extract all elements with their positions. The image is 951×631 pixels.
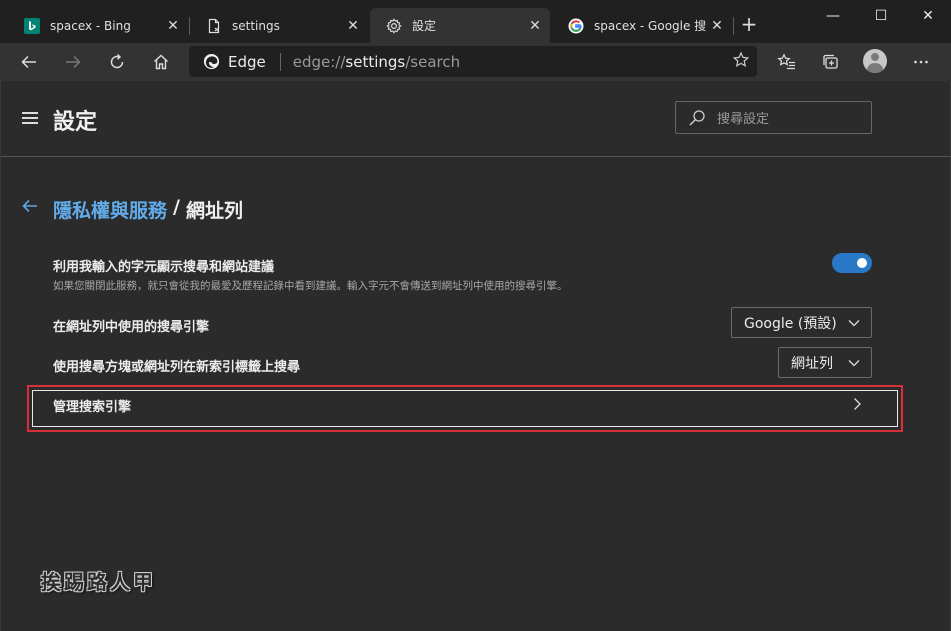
tab-google[interactable]: spacex - Google 搜尋 ✕: [552, 8, 732, 43]
google-icon: [568, 18, 584, 34]
close-tab-icon[interactable]: ✕: [524, 18, 546, 34]
suggestions-label: 利用我輸入的字元顯示搜尋和網站建議: [53, 260, 275, 275]
edge-brand-label: Edge: [228, 52, 266, 71]
maximize-button[interactable]: ☐: [858, 0, 904, 32]
home-icon: [154, 54, 168, 70]
manage-search-engines-row[interactable]: 管理搜索引擎: [27, 385, 903, 432]
chevron-down-icon: [848, 360, 860, 367]
search-engine-select[interactable]: Google (預設): [731, 307, 872, 338]
tab-settings[interactable]: 設定 ✕: [370, 8, 550, 43]
forward-button[interactable]: [57, 47, 89, 77]
search-settings-input[interactable]: 搜尋設定: [675, 101, 872, 134]
refresh-icon: [110, 53, 124, 69]
manage-search-engines-label: 管理搜索引擎: [53, 400, 132, 415]
close-tab-icon[interactable]: ✕: [342, 18, 364, 34]
tab-title: spacex - Google 搜尋: [594, 19, 706, 33]
breadcrumb-parent-link[interactable]: 隱私權與服務: [53, 196, 167, 223]
url-path: /search: [405, 52, 461, 71]
close-tab-icon[interactable]: ✕: [162, 18, 184, 34]
breadcrumb-separator: /: [173, 196, 180, 218]
back-to-privacy-button[interactable]: [21, 198, 39, 219]
back-arrow-icon: [21, 55, 36, 69]
page-title: 設定: [53, 110, 98, 135]
new-tab-search-label: 使用搜尋方塊或網址列在新索引標籤上搜尋: [53, 360, 301, 375]
home-button[interactable]: [145, 47, 177, 77]
search-icon: [689, 109, 705, 126]
settings-page: 設定 搜尋設定 隱私權與服務 / 網址列 利用我輸入的字元顯示搜尋和網站建議 如…: [0, 81, 951, 631]
breadcrumb-current: 網址列: [185, 200, 243, 222]
header-divider: [1, 156, 951, 157]
back-button[interactable]: [13, 47, 45, 77]
edge-logo-icon: [203, 53, 220, 70]
gear-icon: [386, 17, 402, 34]
favorites-list-icon: [777, 53, 795, 70]
tab-bing[interactable]: spacex - Bing ✕: [8, 8, 188, 43]
search-engine-label: 在網址列中使用的搜尋引擎: [53, 320, 210, 335]
collections-icon: [823, 54, 838, 69]
tab-settings-file[interactable]: settings ✕: [190, 8, 368, 43]
tab-title: spacex - Bing: [50, 18, 131, 33]
collections-button[interactable]: [815, 47, 847, 77]
chevron-right-icon: [854, 398, 861, 410]
more-icon: [914, 60, 928, 64]
close-window-button[interactable]: ✕: [905, 0, 951, 32]
manage-row-inner: [32, 390, 898, 427]
file-icon: [206, 18, 222, 34]
forward-arrow-icon: [66, 55, 81, 69]
new-tab-search-select[interactable]: 網址列: [778, 347, 872, 378]
toggle-knob: [857, 258, 867, 268]
suggestions-toggle[interactable]: [832, 253, 872, 273]
minimize-button[interactable]: —: [810, 0, 856, 32]
back-arrow-icon: [22, 199, 37, 213]
tab-title: 設定: [412, 19, 437, 33]
new-tab-search-value: 網址列: [791, 355, 833, 372]
address-bar[interactable]: Edge edge://settings/search: [189, 46, 757, 77]
new-tab-button[interactable]: +: [737, 13, 761, 37]
search-placeholder: 搜尋設定: [717, 112, 770, 127]
close-tab-icon[interactable]: ✕: [706, 18, 728, 34]
star-icon: [732, 51, 750, 67]
tab-title: settings: [232, 18, 280, 33]
tab-strip: spacex - Bing ✕ settings ✕ 設定 ✕ spacex -…: [0, 0, 951, 43]
profile-avatar[interactable]: [863, 49, 887, 73]
edge-site-identity[interactable]: Edge: [189, 53, 266, 71]
breadcrumb: 隱私權與服務 / 網址列: [53, 196, 243, 223]
url-scheme: edge://: [292, 52, 346, 71]
favorites-button[interactable]: [771, 47, 803, 77]
tab-divider: [733, 17, 734, 35]
suggestions-description: 如果您關閉此服務，就只會從我的最愛及歷程記錄中看到建議。輸入字元不會傳送到網址列…: [53, 280, 568, 292]
chevron-down-icon: [848, 320, 860, 327]
search-engine-value: Google (預設): [744, 315, 837, 332]
bing-icon: [24, 17, 40, 34]
address-divider: [279, 52, 281, 71]
url-host: settings: [345, 52, 406, 71]
more-menu-button[interactable]: [905, 47, 937, 77]
watermark: 挨踢路人甲: [41, 570, 156, 594]
refresh-button[interactable]: [101, 47, 133, 77]
menu-icon[interactable]: [22, 112, 38, 124]
url-text[interactable]: edge://settings/search: [293, 53, 725, 71]
add-favorite-button[interactable]: [725, 51, 757, 73]
